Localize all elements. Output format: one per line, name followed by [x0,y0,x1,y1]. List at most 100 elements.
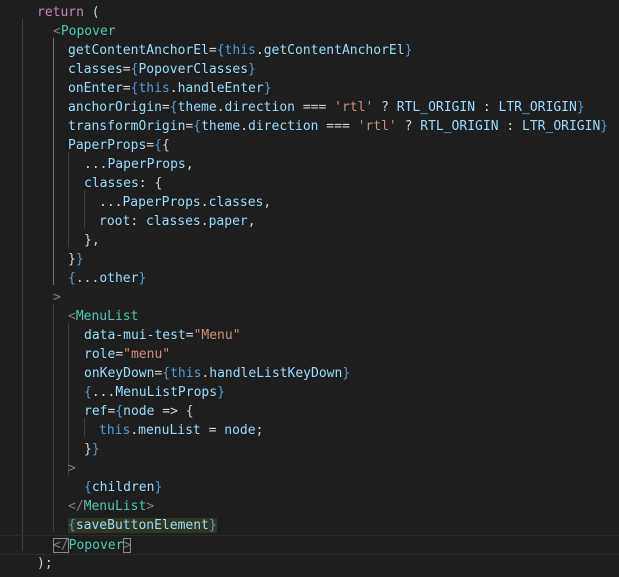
code-token: this [224,43,256,58]
code-line-17[interactable]: <MenuList [0,307,619,326]
code-line-6[interactable]: anchorOrigin={theme.direction === 'rtl' … [0,98,619,117]
code-token: : [130,214,146,229]
code-text: this.menuList = node; [99,423,263,438]
code-line-16[interactable]: > [0,288,619,307]
code-text: ...PaperProps.classes, [99,195,271,210]
code-line-2[interactable]: <Popover [0,22,619,41]
code-token: ... [91,385,116,400]
code-token: "menu" [123,347,171,362]
code-token: this [99,423,131,438]
code-token: data-mui-test [84,328,186,343]
code-token: , [247,214,256,229]
line-content: > [0,461,76,476]
code-token: . [169,81,178,96]
code-line-18[interactable]: data-mui-test="Menu" [0,326,619,345]
code-line-13[interactable]: }, [0,231,619,250]
code-token: } [154,480,163,495]
code-line-3[interactable]: getContentAnchorEl={this.getContentAncho… [0,41,619,60]
code-text: </MenuList> [68,499,154,514]
code-token: theme [177,100,217,115]
code-token: . [200,195,209,210]
code-line-25[interactable]: > [0,459,619,478]
code-text: <MenuList [68,309,138,324]
code-token: . [130,423,139,438]
code-line-21[interactable]: {...MenuListProps} [0,383,619,402]
code-text: <Popover [53,24,116,39]
code-token: { [161,138,170,153]
code-token: }, [84,233,100,248]
line-content: ...PaperProps.classes, [0,195,271,210]
code-token: RTL_ORIGIN [396,100,476,115]
code-token: ... [75,271,100,286]
code-text: </Popover> [53,538,132,553]
line-content: </MenuList> [0,499,154,514]
code-line-26[interactable]: {children} [0,478,619,497]
code-line-23[interactable]: this.menuList = node; [0,421,619,440]
code-line-4[interactable]: classes={PopoverClasses} [0,60,619,79]
line-content: }} [0,442,100,457]
code-line-11[interactable]: ...PaperProps.classes, [0,193,619,212]
code-text: role="menu" [84,347,170,362]
code-token: ? [396,119,421,134]
code-line-27[interactable]: </MenuList> [0,497,619,516]
code-text: data-mui-test="Menu" [84,328,241,343]
code-token: = [146,138,155,153]
code-token: Popover [68,538,124,553]
code-line-14[interactable]: }} [0,250,619,269]
code-token: } [576,100,585,115]
code-token: , [263,195,272,210]
code-line-22[interactable]: ref={node => { [0,402,619,421]
code-line-7[interactable]: transformOrigin={theme.direction === 'rt… [0,117,619,136]
code-line-29-current[interactable]: </Popover> [0,535,619,555]
code-token: anchorOrigin [68,100,162,115]
code-text: {...MenuListProps} [84,385,225,400]
code-token: < [68,309,76,324]
code-text: PaperProps={{ [68,138,170,153]
code-token: classes [84,176,139,191]
code-token: saveButtonElement [75,518,209,533]
line-content: classes={PopoverClasses} [0,62,256,77]
code-token: { [216,43,225,58]
code-line-9[interactable]: ...PaperProps, [0,155,619,174]
code-token: this [170,366,202,381]
code-line-5[interactable]: onEnter={this.handleEnter} [0,79,619,98]
code-token: : { [138,176,163,191]
code-token: { [115,404,124,419]
code-line-8[interactable]: PaperProps={{ [0,136,619,155]
code-token: "Menu" [193,328,241,343]
code-line-28[interactable]: {saveButtonElement} [0,516,619,535]
code-text: > [68,461,76,476]
code-token: getContentAnchorEl [263,43,405,58]
code-line-15[interactable]: {...other} [0,269,619,288]
code-editor[interactable]: return ( <Popover getContentAnchorEl={th… [0,0,619,577]
code-token: handleListKeyDown [209,366,343,381]
code-token: , [185,157,194,172]
line-content: </Popover> [0,538,132,553]
line-content: {saveButtonElement} [0,518,217,533]
code-text: ); [37,556,53,571]
code-text: ...PaperProps, [84,157,194,172]
code-line-19[interactable]: role="menu" [0,345,619,364]
line-content: getContentAnchorEl={this.getContentAncho… [0,43,412,58]
code-token: } [84,442,92,457]
code-token: theme [201,119,241,134]
code-token: LTR_ORIGIN [498,100,577,115]
code-line-24[interactable]: }} [0,440,619,459]
code-token: } [75,252,84,267]
code-line-30[interactable]: ); [0,554,619,573]
code-token: PaperProps [68,138,147,153]
code-line-12[interactable]: root: classes.paper, [0,212,619,231]
line-content: {children} [0,480,162,495]
code-token: = [185,328,194,343]
code-text: ref={node => { [84,404,194,419]
line-content: {...MenuListProps} [0,385,225,400]
code-token: classes [145,214,201,229]
code-line-20[interactable]: onKeyDown={this.handleListKeyDown} [0,364,619,383]
code-token: === [318,119,358,134]
code-line-1[interactable]: return ( [0,3,619,22]
code-token: MenuList [83,499,147,514]
code-token: { [68,271,76,286]
code-token: LTR_ORIGIN [522,119,601,134]
code-line-10[interactable]: classes: { [0,174,619,193]
code-token: } [68,252,76,267]
